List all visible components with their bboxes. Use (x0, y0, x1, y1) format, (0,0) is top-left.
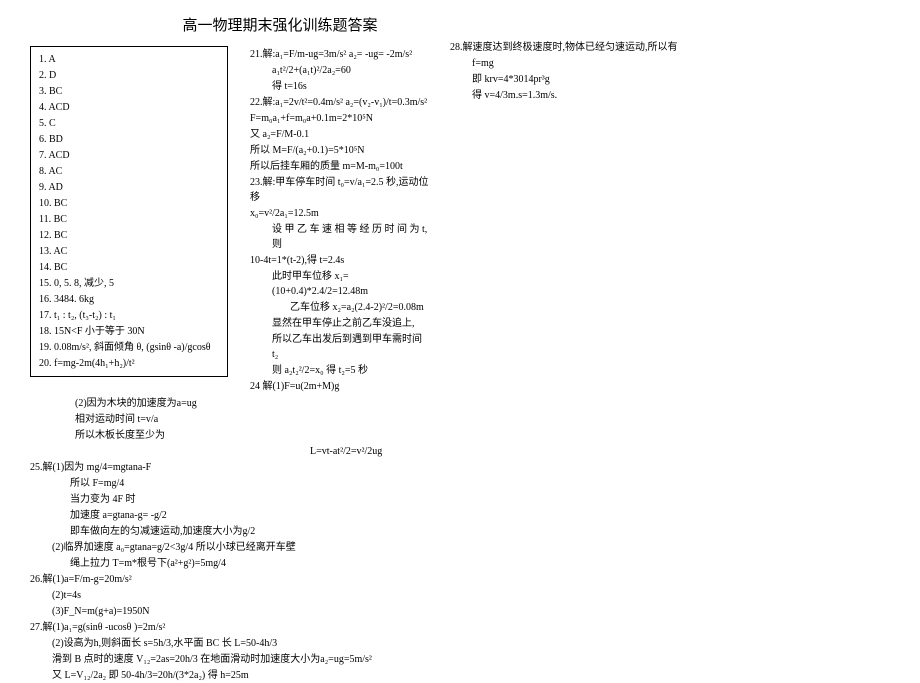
sol-25-5: 即车做向左的匀减速运动,加速度大小为g/2 (30, 524, 890, 539)
sol-24-3: 相对运动时间 t=v/a (75, 412, 890, 427)
sol-23-8: 所以乙车出发后到遇到甲车需时间 t₂ (250, 332, 430, 362)
sol-21-3: 得 t=16s (250, 79, 430, 94)
ans-4: 4. ACD (39, 100, 219, 115)
sol-25-1: 25.解(1)因为 mg/4=mgtana-F (30, 460, 890, 475)
sol-22-5: 所以后挂车厢的质量 m=M-m₀=100t (250, 159, 430, 174)
sol-23-9: 则 a₂t₂²/2=x₀ 得 t₂=5 秒 (250, 363, 430, 378)
sol-24-5: L=vt-at²/2=v²/2ug (30, 444, 890, 459)
sol-27-1: 27.解(1)a₁=g(sinθ -ucosθ )=2m/s² (30, 620, 890, 635)
ans-1: 1. A (39, 52, 219, 67)
sol-27-3: 滑到 B 点时的速度 V₁₂=2as=20h/3 在地面滑动时加速度大小为a₂=… (30, 652, 890, 667)
sol-23-7: 显然在甲车停止之前乙车没追上, (250, 316, 430, 331)
sol-21-1: 21.解:a₁=F/m-ug=3m/s² a₂= -ug= -2m/s² (250, 47, 430, 62)
sol-23-5: 此时甲车位移 x₁=(10+0.4)*2.4/2=12.48m (250, 269, 430, 299)
sol-28-4: 得 v=4/3m.s=1.3m/s. (450, 88, 890, 103)
ans-13: 13. AC (39, 244, 219, 259)
sol-24-4: 所以木板长度至少为 (75, 428, 890, 443)
ans-16: 16. 3484. 6kg (39, 292, 219, 307)
sol-26-3: (3)F_N=m(g+a)=1950N (30, 604, 890, 619)
sol-23-2: x₀=v²/2a₁=12.5m (250, 206, 430, 221)
sol-24: 24 解(1)F=u(2m+M)g (250, 379, 430, 394)
answer-box: 1. A 2. D 3. BC 4. ACD 5. C 6. BD 7. ACD… (30, 46, 228, 377)
sol-25-7: 绳上拉力 T=m*根号下(a²+g²)=5mg/4 (30, 556, 890, 571)
sol-27-2: (2)设高为h,则斜面长 s=5h/3,水平面 BC 长 L=50-4h/3 (30, 636, 890, 651)
ans-18: 18. 15N<F 小于等于 30N (39, 324, 219, 339)
sol-25-4: 加速度 a=gtana-g= -g/2 (30, 508, 890, 523)
sol-21-2: a₁t²/2+(a₁t)²/2a₂=60 (250, 63, 430, 78)
sol-25-3: 当力变为 4F 时 (30, 492, 890, 507)
sol-28-2: f=mg (450, 56, 890, 71)
ans-2: 2. D (39, 68, 219, 83)
sol-28-1: 28.解速度达到终极速度时,物体已经匀速运动,所以有 (450, 40, 890, 55)
ans-9: 9. AD (39, 180, 219, 195)
sol-23-6: 乙车位移 x₂=a₂(2.4-2)²/2=0.08m (250, 300, 430, 315)
sol-22-3: 又 a₂=F/M-0.1 (250, 127, 430, 142)
sol-22-1: 22.解:a₁=2v/t²=0.4m/s² a₂=(v₂-v₁)/t=0.3m/… (250, 95, 430, 110)
ans-10: 10. BC (39, 196, 219, 211)
ans-20: 20. f=mg-2m(4h₁+h₂)/t² (39, 356, 219, 371)
ans-19: 19. 0.08m/s², 斜面倾角 θ, (gsinθ -a)/gcosθ (39, 340, 219, 355)
sol-26-2: (2)t=4s (30, 588, 890, 603)
ans-8: 8. AC (39, 164, 219, 179)
sol-25-2: 所以 F=mg/4 (30, 476, 890, 491)
sol-26-1: 26.解(1)a=F/m-g=20m/s² (30, 572, 890, 587)
sol-23-3: 设 甲 乙 车 速 相 等 经 历 时 间 为 t, 则 (250, 222, 430, 252)
ans-17: 17. t₁ : t₂, (t₃-t₂) : t₁ (39, 308, 219, 323)
sol-24-2: (2)因为木块的加速度为a=ug (75, 396, 890, 411)
sol-27-4: 又 L=V₁₂/2a₂ 即 50-4h/3=20h/(3*2a₂) 得 h=25… (30, 668, 890, 683)
sol-22-4: 所以 M=F/(a₂+0.1)=5*10⁵N (250, 143, 430, 158)
page-title: 高一物理期末强化训练题答案 (130, 15, 430, 38)
sol-23-1: 23.解:甲车停车时间 t₀=v/a₁=2.5 秒,运动位移 (250, 175, 430, 205)
sol-23-4: 10-4t=1*(t-2),得 t=2.4s (250, 253, 430, 268)
ans-14: 14. BC (39, 260, 219, 275)
ans-11: 11. BC (39, 212, 219, 227)
ans-3: 3. BC (39, 84, 219, 99)
sol-25-6: (2)临界加速度 a₀=gtana=g/2<3g/4 所以小球已经离开车壁 (30, 540, 890, 555)
ans-6: 6. BD (39, 132, 219, 147)
ans-7: 7. ACD (39, 148, 219, 163)
sol-22-2: F=m₀a₁+f=m₀a+0.1m=2*10⁵N (250, 111, 430, 126)
ans-12: 12. BC (39, 228, 219, 243)
ans-5: 5. C (39, 116, 219, 131)
sol-28-3: 即 krv=4*3014pr³g (450, 72, 890, 87)
ans-15: 15. 0, 5. 8, 减少, 5 (39, 276, 219, 291)
